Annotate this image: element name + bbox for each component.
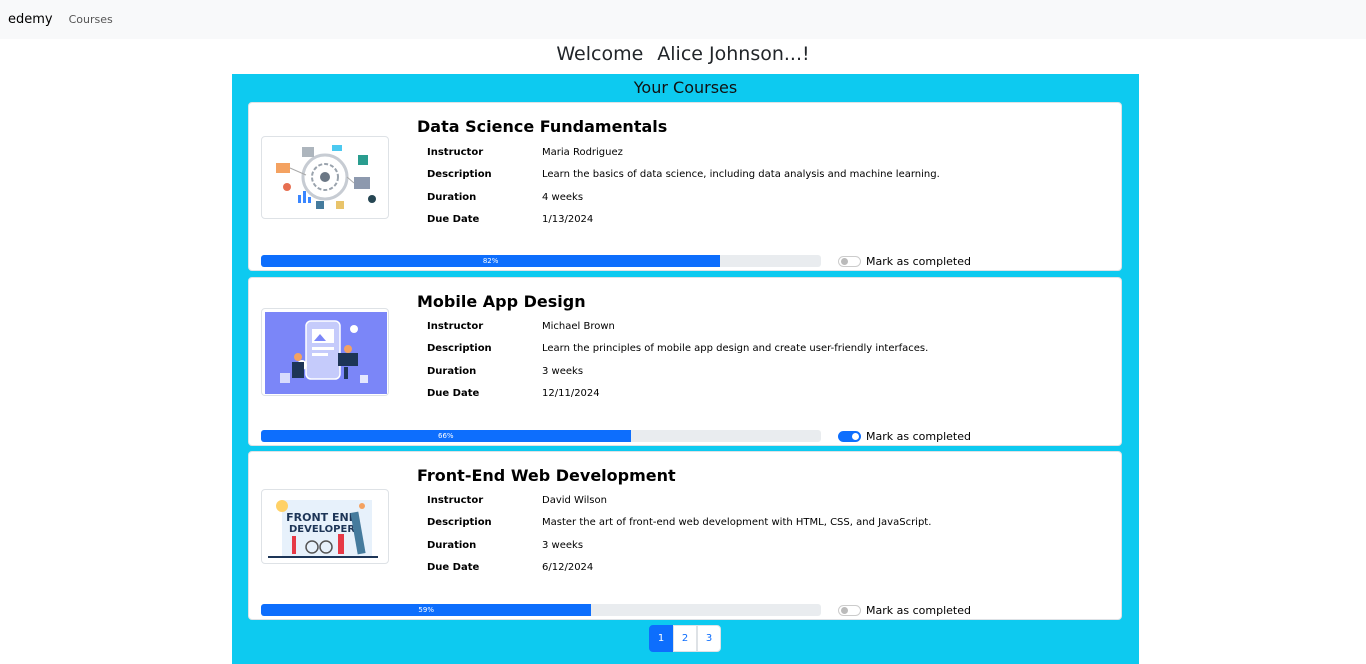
welcome-greeting: Welcome (556, 43, 644, 65)
thumb-text-line2: DEVELOPER (289, 524, 355, 535)
mark-completed-switch[interactable] (838, 256, 861, 267)
duration-label: Duration (427, 191, 477, 203)
navbar: edemy Courses (0, 0, 1366, 39)
due-date-value: 1/13/2024 (542, 214, 594, 226)
course-title: Front-End Web Development (417, 466, 676, 485)
duration-label: Duration (427, 539, 477, 551)
instructor-value: Michael Brown (542, 320, 615, 332)
course-title: Data Science Fundamentals (417, 117, 668, 136)
page-2-button[interactable]: 2 (673, 625, 697, 652)
course-info: Instructor David Wilson Description Master… (427, 489, 931, 579)
mark-completed-switch[interactable] (838, 431, 861, 442)
course-thumbnail (261, 136, 389, 219)
welcome-user-name: Alice Johnson...! (657, 43, 810, 65)
due-date-value: 6/12/2024 (542, 562, 594, 574)
nav-link-courses[interactable]: Courses (69, 13, 113, 26)
instructor-value: Maria Rodriguez (542, 146, 623, 158)
duration-value: 4 weeks (542, 191, 584, 203)
brand-link[interactable]: edemy (8, 12, 53, 27)
mark-completed-label: Mark as completed (866, 430, 971, 443)
duration-value: 3 weeks (542, 539, 584, 551)
progress-track: 59% (261, 604, 821, 616)
progress-track: 66% (261, 430, 821, 442)
progress-bar: 66% (261, 430, 631, 442)
description-value: Learn the basics of data science, includ… (542, 169, 940, 181)
description-label: Description (427, 517, 492, 529)
instructor-label: Instructor (427, 494, 484, 506)
due-date-value: 12/11/2024 (542, 388, 600, 400)
due-date-label: Due Date (427, 388, 480, 400)
duration-label: Duration (427, 365, 477, 377)
duration-value: 3 weeks (542, 365, 584, 377)
page-3-button[interactable]: 3 (697, 625, 721, 652)
pagination: 1 2 3 (649, 625, 721, 652)
course-title: Mobile App Design (417, 292, 586, 311)
mark-completed-control[interactable]: Mark as completed (838, 604, 971, 617)
mark-completed-switch[interactable] (838, 605, 861, 616)
course-card: Mobile App Design Instructor Michael Brow… (248, 277, 1122, 446)
description-value: Master the art of front-end web developm… (542, 517, 932, 529)
instructor-label: Instructor (427, 146, 484, 158)
progress-bar: 59% (261, 604, 592, 616)
panel-title: Your Courses (633, 78, 738, 97)
course-card: Data Science Fundamentals Instructor Mari… (248, 102, 1122, 271)
course-card: FRONT END DEVELOPER Front-End Web Develo… (248, 451, 1122, 620)
progress-track: 82% (261, 255, 821, 267)
course-info: Instructor Maria Rodriguez Description Lea… (427, 141, 940, 231)
welcome-heading: Welcome Alice Johnson...! (0, 41, 1366, 74)
due-date-label: Due Date (427, 214, 480, 226)
mark-completed-control[interactable]: Mark as completed (838, 430, 971, 443)
courses-panel: Your Courses Data Science Fundamentals I… (232, 74, 1139, 664)
description-label: Description (427, 343, 492, 355)
course-info: Instructor Michael Brown Description Learn… (427, 315, 928, 405)
mark-completed-label: Mark as completed (866, 604, 971, 617)
description-label: Description (427, 169, 492, 181)
mobile-design-illustration (265, 312, 387, 394)
description-value: Learn the principles of mobile app desig… (542, 343, 929, 355)
instructor-label: Instructor (427, 320, 484, 332)
frontend-developer-illustration: FRONT END DEVELOPER (268, 500, 378, 558)
mark-completed-label: Mark as completed (866, 255, 971, 268)
page-1-button[interactable]: 1 (649, 625, 673, 652)
instructor-value: David Wilson (542, 494, 607, 506)
course-thumbnail: FRONT END DEVELOPER (261, 489, 389, 564)
course-thumbnail (261, 308, 389, 396)
progress-bar: 82% (261, 255, 721, 267)
thumb-text-line1: FRONT END (286, 511, 358, 524)
due-date-label: Due Date (427, 562, 480, 574)
mark-completed-control[interactable]: Mark as completed (838, 255, 971, 268)
data-science-illustration (276, 145, 376, 209)
